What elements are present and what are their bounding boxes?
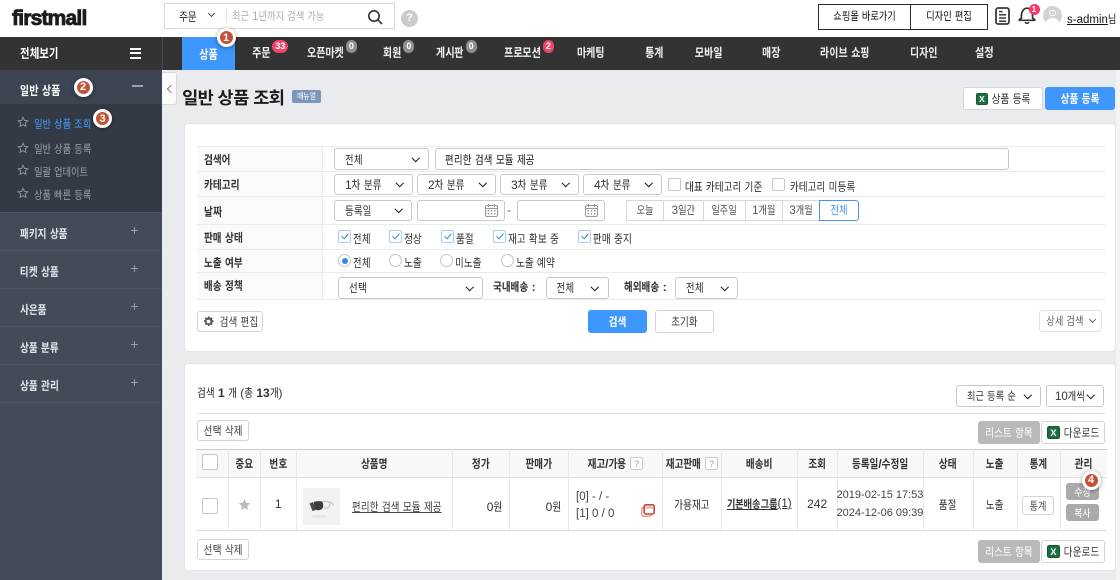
svg-text:X: X	[1050, 547, 1057, 557]
svg-text:X: X	[1050, 428, 1057, 438]
svg-text:X: X	[979, 94, 985, 104]
